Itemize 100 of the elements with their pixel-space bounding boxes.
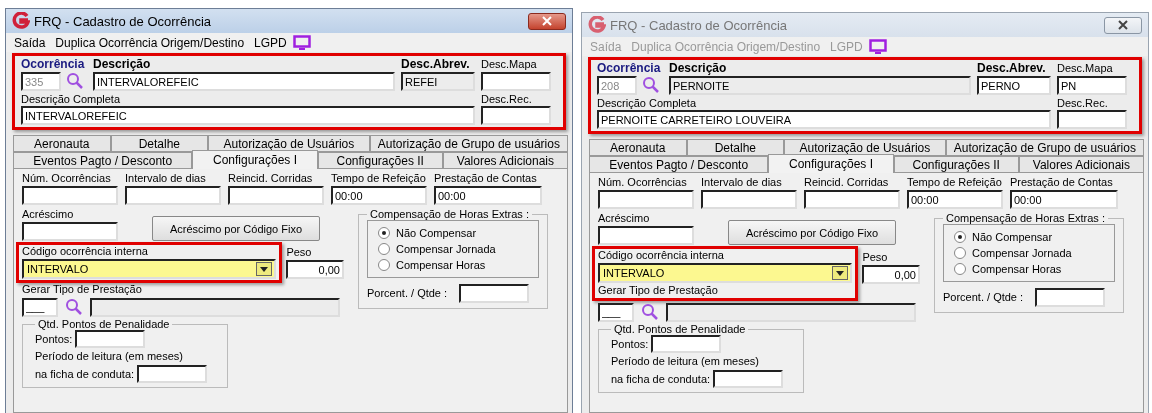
input-field[interactable] bbox=[22, 186, 118, 205]
input-field[interactable]: INTERVALOREFEIC bbox=[93, 72, 395, 91]
field-label: Peso bbox=[862, 251, 889, 264]
dropdown[interactable]: INTERVALO bbox=[598, 263, 853, 283]
search-button[interactable] bbox=[641, 75, 661, 95]
field-label: Reincid. Corridas bbox=[804, 176, 890, 189]
input-field[interactable] bbox=[90, 297, 340, 317]
fixed-code-button[interactable]: Acréscimo por Código Fixo bbox=[152, 216, 320, 241]
field-label: na ficha de conduta: bbox=[611, 372, 711, 386]
input-field[interactable]: PERNO bbox=[977, 76, 1051, 95]
tab[interactable]: Autorização de Usuários bbox=[208, 135, 370, 152]
tab[interactable]: Aeronauta bbox=[589, 139, 687, 156]
radio-option[interactable]: Não Compensar bbox=[378, 227, 528, 239]
radio-option[interactable]: Compensar Horas bbox=[954, 263, 1104, 275]
radio-option[interactable]: Compensar Horas bbox=[378, 259, 528, 271]
input-field[interactable]: 00:00 bbox=[1010, 190, 1118, 209]
radio-option[interactable]: Compensar Jornada bbox=[378, 243, 528, 255]
input-field[interactable] bbox=[666, 302, 916, 322]
input-field[interactable]: REFEI bbox=[401, 72, 475, 91]
tab[interactable]: Configurações I bbox=[192, 150, 318, 169]
input-field[interactable] bbox=[1057, 110, 1127, 129]
radio-button[interactable] bbox=[954, 263, 966, 275]
close-icon bbox=[542, 16, 552, 26]
input-field[interactable]: 00:00 bbox=[907, 190, 1003, 209]
input-field[interactable]: 00:00 bbox=[331, 186, 427, 205]
input-field[interactable]: ___ bbox=[598, 302, 634, 322]
tab[interactable]: Detalhe bbox=[110, 135, 209, 152]
field-label: Desc.Rec. bbox=[481, 93, 533, 106]
monitor-icon[interactable] bbox=[868, 38, 887, 55]
input-field[interactable] bbox=[125, 186, 221, 205]
field-label: Desc.Rec. bbox=[1057, 97, 1109, 110]
tab[interactable]: Autorização de Grupo de usuários bbox=[369, 135, 568, 152]
close-button[interactable] bbox=[1104, 16, 1142, 34]
field-label: Desc.Abrev. bbox=[401, 57, 471, 71]
tab[interactable]: Aeronauta bbox=[13, 135, 111, 152]
radio-button[interactable] bbox=[378, 227, 390, 239]
input-field[interactable]: PERNOITE CARRETEIRO LOUVEIRA bbox=[597, 110, 1051, 129]
group-title: Compensação de Horas Extras : bbox=[945, 212, 1106, 224]
field-label: Núm. Ocorrências bbox=[598, 176, 688, 189]
close-button[interactable] bbox=[528, 12, 566, 30]
fixed-code-button[interactable]: Acréscimo por Código Fixo bbox=[728, 220, 896, 245]
tab[interactable]: Eventos Pagto / Desconto bbox=[13, 152, 193, 169]
radio-button[interactable] bbox=[954, 231, 966, 243]
field-label: Ocorrência bbox=[21, 57, 86, 71]
input-field[interactable] bbox=[459, 284, 530, 303]
input-field[interactable] bbox=[481, 106, 551, 125]
field-label: Acréscimo bbox=[598, 212, 651, 225]
field-label: Tempo de Refeição bbox=[907, 176, 1003, 189]
app-logo-icon bbox=[588, 16, 606, 34]
menu-item[interactable]: Duplica Ocorrência Origem/Destino bbox=[55, 35, 245, 50]
input-field[interactable] bbox=[228, 186, 324, 205]
search-button[interactable] bbox=[64, 297, 84, 317]
dropdown[interactable]: INTERVALO bbox=[22, 259, 277, 279]
input-field[interactable] bbox=[598, 226, 694, 245]
menu-item[interactable]: LGPD bbox=[254, 35, 287, 50]
radio-button[interactable] bbox=[378, 243, 390, 255]
input-field[interactable] bbox=[713, 370, 784, 388]
input-field[interactable]: PERNOITE bbox=[669, 76, 971, 95]
search-icon bbox=[65, 298, 83, 316]
input-field[interactable] bbox=[75, 330, 146, 348]
app-logo-icon bbox=[12, 12, 30, 30]
input-field[interactable]: INTERVALOREFEIC bbox=[21, 106, 475, 125]
search-button[interactable] bbox=[65, 71, 85, 91]
input-field[interactable] bbox=[1035, 288, 1106, 307]
input-field[interactable] bbox=[598, 190, 694, 209]
input-field[interactable]: 0,00 bbox=[862, 265, 920, 284]
search-button[interactable] bbox=[640, 302, 660, 322]
monitor-icon[interactable] bbox=[292, 34, 311, 51]
tab[interactable]: Eventos Pagto / Desconto bbox=[589, 156, 769, 173]
tab[interactable]: Valores Adicionais bbox=[442, 152, 568, 169]
input-field[interactable] bbox=[481, 72, 551, 91]
input-field[interactable] bbox=[651, 335, 722, 353]
menu-item[interactable]: Saída bbox=[14, 35, 46, 50]
input-field[interactable] bbox=[701, 190, 797, 209]
field-label: Descrição bbox=[93, 57, 152, 71]
tab[interactable]: Configurações I bbox=[768, 154, 894, 173]
tab[interactable]: Valores Adicionais bbox=[1018, 156, 1144, 173]
field-label: Gerar Tipo de Prestação bbox=[598, 284, 719, 297]
field-label: Desc.Mapa bbox=[1057, 62, 1114, 75]
field-label: Reincid. Corridas bbox=[228, 172, 314, 185]
input-field[interactable]: 0,00 bbox=[286, 260, 344, 279]
input-field[interactable] bbox=[804, 190, 900, 209]
field-label: Núm. Ocorrências bbox=[22, 172, 112, 185]
input-field[interactable] bbox=[22, 222, 118, 241]
tab[interactable]: Detalhe bbox=[686, 139, 785, 156]
input-field[interactable]: 00:00 bbox=[434, 186, 542, 205]
radio-button[interactable] bbox=[378, 259, 390, 271]
input-field[interactable]: PN bbox=[1057, 76, 1127, 95]
tab[interactable]: Autorização de Usuários bbox=[784, 139, 946, 156]
field-label: Descrição bbox=[669, 61, 728, 75]
radio-button[interactable] bbox=[954, 247, 966, 259]
input-field[interactable] bbox=[137, 365, 208, 383]
tab[interactable]: Configurações II bbox=[317, 152, 443, 169]
field-label: Porcent. / Qtde : bbox=[943, 291, 1024, 304]
tab[interactable]: Configurações II bbox=[893, 156, 1019, 173]
radio-option[interactable]: Não Compensar bbox=[954, 231, 1104, 243]
radio-option[interactable]: Compensar Jornada bbox=[954, 247, 1104, 259]
field-label: Código ocorrência interna bbox=[598, 249, 725, 262]
input-field[interactable]: ___ bbox=[22, 297, 58, 317]
tab[interactable]: Autorização de Grupo de usuários bbox=[945, 139, 1144, 156]
